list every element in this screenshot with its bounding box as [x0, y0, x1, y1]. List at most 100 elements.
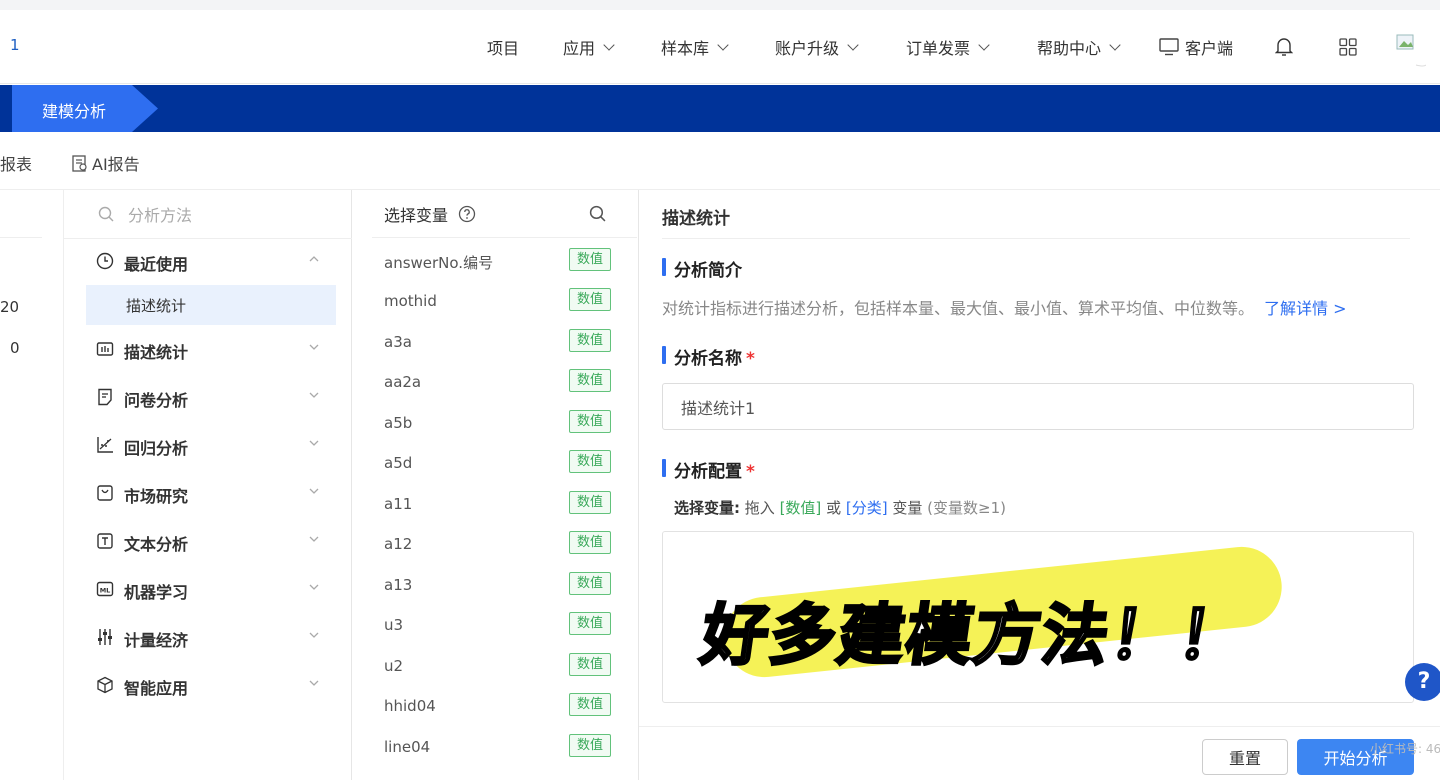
nav-label: 应用 — [563, 39, 596, 58]
scatter-icon — [97, 437, 113, 453]
numeric-tag: 数值 — [569, 612, 611, 635]
chevron-down-icon — [847, 38, 859, 51]
nav-item-orders-invoices[interactable]: 订单发票 — [906, 10, 990, 84]
nav-item-apps[interactable]: 应用 — [563, 10, 615, 84]
analysis-name-input[interactable] — [663, 384, 1413, 429]
menu-group-descriptive[interactable]: 描述统计 — [64, 329, 352, 369]
variable-name: a11 — [384, 495, 413, 513]
numeric-tag: 数值 — [569, 369, 611, 392]
analysis-name-field[interactable] — [662, 383, 1414, 430]
variable-item[interactable]: u2 数值 — [352, 647, 639, 687]
brand-logo[interactable]: 1 — [10, 36, 20, 54]
cube-icon — [97, 676, 113, 694]
menu-group-label: 机器学习 — [124, 583, 189, 602]
variable-name: aa2a — [384, 373, 422, 391]
variable-name: a3a — [384, 333, 412, 351]
variable-name: u2 — [384, 657, 404, 675]
variable-item[interactable]: line04 数值 — [352, 728, 639, 768]
chevron-down-icon — [309, 392, 319, 398]
menu-group-regression[interactable]: 回归分析 — [64, 425, 352, 465]
variable-item[interactable]: u3 数值 — [352, 606, 639, 646]
chevron-down-icon — [603, 38, 615, 51]
monitor-icon — [1159, 38, 1179, 56]
divider — [0, 237, 42, 238]
menu-group-survey[interactable]: 问卷分析 — [64, 377, 352, 417]
menu-group-market[interactable]: 市场研究 — [64, 473, 352, 513]
nav-item-sample-library[interactable]: 样本库 — [661, 10, 729, 84]
variable-item[interactable]: mothid 数值 — [352, 282, 639, 322]
menu-group-econometrics[interactable]: 计量经济 — [64, 617, 352, 657]
numeric-tag: 数值 — [569, 329, 611, 352]
apps-grid-button[interactable] — [1339, 10, 1357, 84]
numeric-tag: 数值 — [569, 572, 611, 595]
section-name-heading: 分析名称 * — [662, 344, 755, 369]
tab-report[interactable]: 报表 — [0, 151, 32, 175]
help-circle-icon[interactable] — [458, 205, 476, 223]
variables-header-label: 选择变量 — [384, 206, 449, 225]
nav-item-help-center[interactable]: 帮助中心 — [1037, 10, 1121, 84]
broken-image-icon — [1396, 27, 1426, 67]
left-partial-column: 20 0 — [0, 190, 64, 780]
notification-button[interactable] — [1275, 10, 1293, 84]
tab-label: AI报告 — [92, 155, 140, 174]
nav-item-project[interactable]: 项目 — [487, 10, 519, 84]
variable-name: a13 — [384, 576, 413, 594]
numeric-tag: 数值 — [569, 653, 611, 676]
method-search[interactable]: 分析方法 — [98, 202, 192, 226]
divider — [64, 238, 352, 239]
top-strip — [0, 0, 1440, 10]
svg-text:ML: ML — [100, 587, 111, 595]
menu-group-smart-apps[interactable]: 智能应用 — [64, 665, 352, 705]
chevron-down-icon — [1109, 38, 1121, 51]
variables-panel: 选择变量 answerNo.编号 数值 mothid 数值 a3a 数值 aa2a 数值… — [352, 190, 639, 780]
variable-item[interactable]: a11 数值 — [352, 485, 639, 525]
required-marker: * — [746, 349, 755, 369]
overlay-caption: 好多建模方法！！ — [695, 596, 1253, 676]
numeric-tag: 数值 — [569, 410, 611, 433]
search-icon[interactable] — [589, 205, 606, 222]
numeric-tag: 数值 — [569, 450, 611, 473]
variable-item[interactable]: a5d 数值 — [352, 444, 639, 484]
breadcrumb-bar: 建模分析 — [0, 85, 1440, 132]
nav-item-client[interactable]: 客户端 — [1159, 10, 1233, 84]
variable-item[interactable]: a3a 数值 — [352, 323, 639, 363]
ml-icon: ML — [96, 581, 114, 597]
variable-item[interactable]: a13 数值 — [352, 566, 639, 606]
tab-ai-report[interactable]: AI报告 — [72, 151, 140, 175]
intro-description: 对统计指标进行描述分析，包括样本量、最大值、最小值、算术平均值、中位数等。 了解详… — [662, 295, 1347, 319]
menu-group-label: 描述统计 — [124, 343, 189, 362]
variable-item[interactable]: hhid04 数值 — [352, 687, 639, 727]
menu-group-label: 最近使用 — [124, 255, 189, 274]
variable-drop-zone[interactable]: 好多建模方法！！ — [662, 531, 1414, 703]
divider — [639, 726, 1440, 727]
pick-label: 选择变量: — [674, 499, 740, 517]
avatar[interactable] — [1396, 10, 1426, 84]
pick-count: (变量数≥1) — [927, 499, 1006, 517]
menu-group-recent[interactable]: 最近使用 — [64, 241, 352, 281]
nav-item-account-upgrade[interactable]: 账户升级 — [775, 10, 859, 84]
menu-item-descriptive-stats-active[interactable]: 描述统计 — [86, 285, 336, 325]
menu-group-machine-learning[interactable]: ML 机器学习 — [64, 569, 352, 609]
variable-item[interactable]: a12 数值 — [352, 525, 639, 565]
nav-label: 客户端 — [1185, 39, 1234, 58]
variable-item[interactable]: answerNo.编号 数值 — [352, 242, 639, 282]
numeric-tag: 数值 — [569, 491, 611, 514]
sliders-icon — [98, 629, 112, 645]
left-value: 0 — [10, 339, 20, 357]
learn-more-link[interactable]: 了解详情 > — [1264, 299, 1347, 318]
variable-item[interactable]: a5b 数值 — [352, 404, 639, 444]
watermark: 小红书号: 4618201647 — [1370, 742, 1440, 756]
help-float-button[interactable]: ? — [1405, 663, 1440, 701]
analysis-config-panel: 描述统计 分析简介 对统计指标进行描述分析，包括样本量、最大值、最小值、算术平均… — [639, 190, 1440, 780]
nav-label: 账户升级 — [775, 39, 840, 58]
variable-name: line04 — [384, 738, 431, 756]
reset-button[interactable]: 重置 — [1202, 739, 1288, 775]
breadcrumb-edge — [0, 85, 12, 132]
numeric-tag: 数值 — [569, 248, 611, 271]
variable-item[interactable]: aa2a 数值 — [352, 363, 639, 403]
variable-name: u3 — [384, 616, 404, 634]
top-navigation-bar: 1 项目 应用 样本库 账户升级 订单发票 帮助中心 客户端 — [0, 10, 1440, 84]
chevron-down-icon — [309, 536, 319, 542]
menu-group-text[interactable]: 文本分析 — [64, 521, 352, 561]
section-label: 分析简介 — [674, 261, 742, 281]
